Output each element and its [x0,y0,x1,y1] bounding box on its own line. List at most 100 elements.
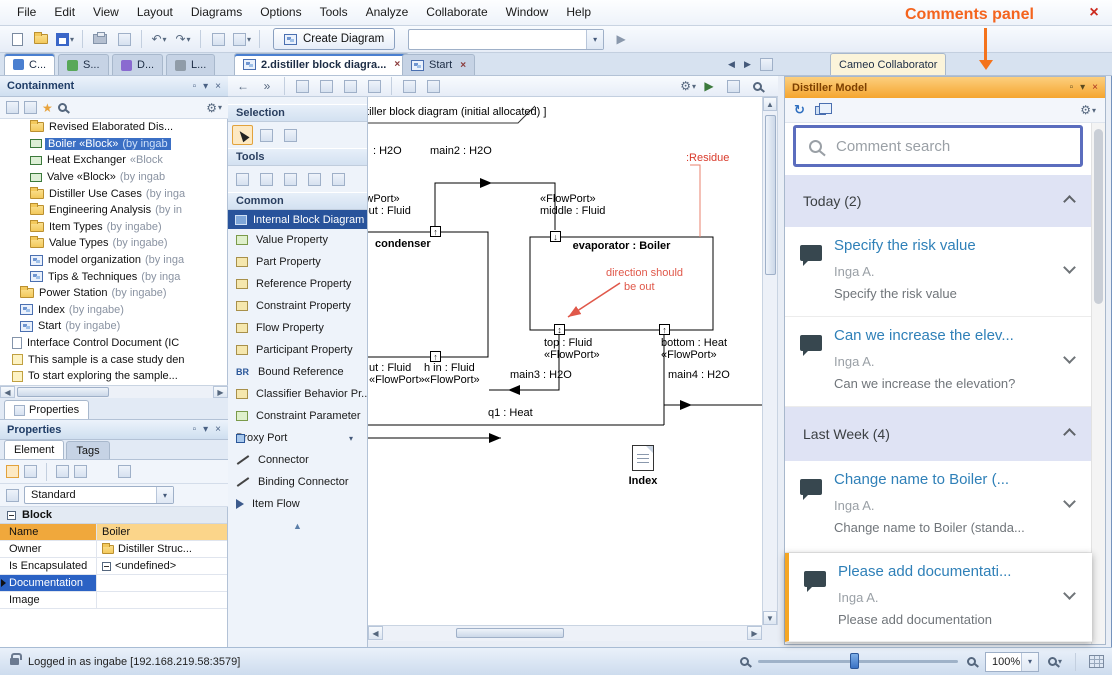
menu-layout[interactable]: Layout [128,0,182,25]
tags-tab[interactable]: Tags [66,441,109,459]
flowport-square[interactable]: ↑ [659,324,670,335]
show-diagram-info-button[interactable] [291,77,313,95]
left-tab-lock[interactable]: L... [166,54,215,75]
tree-item[interactable]: Distiller Use Cases(by inga [0,185,227,202]
palette-item-part-property[interactable]: Part Property [228,251,367,273]
open-project-button[interactable] [30,28,52,50]
proxy-port-caret-icon[interactable]: ▾ [349,434,359,443]
tree-item[interactable]: Start(by ingabe) [0,318,227,335]
chevron-down-icon[interactable] [1063,261,1076,274]
property-row-is-encapsulated[interactable]: Is Encapsulated <undefined> [0,558,227,575]
flowport-stereotype-label[interactable]: «FlowPort» [540,193,596,205]
zoom-dropdown-icon[interactable]: ▾ [1021,653,1038,671]
new-project-button[interactable] [6,28,28,50]
select-tool-button[interactable] [232,125,253,145]
history-button[interactable] [118,465,131,478]
menu-diagrams[interactable]: Diagrams [182,0,251,25]
swimlane-tool-button[interactable] [256,169,277,189]
print-button[interactable] [89,28,111,50]
scroll-thumb[interactable] [17,387,109,397]
port-label-h-in[interactable]: h in : Fluid [424,362,475,374]
palette-item-classifier-behavior[interactable]: Classifier Behavior Pr... [228,383,367,405]
tree-item[interactable]: To start exploring the sample... [0,368,227,385]
palette-item-proxy-port[interactable]: Proxy Port▾ [228,427,367,449]
preset-combo[interactable]: Standard ▾ [24,486,174,504]
flowport-stereotype-label[interactable]: «FlowPort» [369,374,425,386]
comment-card[interactable]: Can we increase the elev... Inga A. Can … [785,317,1092,407]
comment-search-input[interactable] [836,138,1067,155]
redo-button[interactable]: ↷▾ [172,28,194,50]
refresh-icon[interactable]: ↻ [794,102,805,118]
tree-item[interactable]: Heat Exchanger«Block [0,152,227,169]
create-diagram-button[interactable]: Create Diagram [273,28,395,50]
property-value[interactable]: Distiller Struc... [118,543,192,555]
memory-monitor-icon[interactable] [1089,655,1104,668]
perspective-combo[interactable]: ▾ [408,29,604,50]
text-tool-button[interactable] [280,169,301,189]
separator-tool-button[interactable] [328,169,349,189]
comment-title[interactable]: Change name to Boiler (... [834,471,1009,488]
diagram-tab-distiller[interactable]: 2.distiller block diagra... × [234,53,409,75]
element-tab[interactable]: Element [4,440,64,459]
zoom-level-combo[interactable]: 100% ▾ [985,652,1039,672]
diagram-tab-start[interactable]: Start × [402,54,475,75]
close-panel-icon[interactable]: × [215,424,221,435]
scroll-left-icon[interactable]: ◀ [0,386,15,398]
palette-item-connector[interactable]: Connector [228,449,367,471]
flowport-stereotype-label[interactable]: «FlowPort» [544,349,600,361]
flowport-square-flagged[interactable]: ↕ [554,324,565,335]
palette-item-constraint-parameter[interactable]: Constraint Parameter [228,405,367,427]
chevron-down-icon[interactable] [1063,495,1076,508]
gear-icon[interactable]: ⚙ [206,101,217,115]
property-row-image[interactable]: Image [0,592,227,609]
layout-button[interactable] [363,77,385,95]
cameo-collaborator-tab[interactable]: Cameo Collaborator [830,53,946,75]
sort-alphabetically-button[interactable] [24,465,37,478]
chevron-down-icon[interactable] [1063,587,1076,600]
port-label-top[interactable]: top : Fluid [544,337,592,349]
tab-scroll-left-button[interactable]: ◀ [728,59,735,70]
tree-item[interactable]: Index(by ingabe) [0,302,227,319]
undo-button[interactable]: ↶▾ [148,28,170,50]
tree-item[interactable]: Item Types(by ingabe) [0,219,227,236]
tree-item[interactable]: model organization(by inga [0,252,227,269]
grid-button[interactable] [398,77,420,95]
scroll-thumb[interactable] [1094,129,1103,304]
zoom-in-icon[interactable] [967,657,976,666]
palette-item-item-flow[interactable]: Item Flow [228,493,367,515]
zoom-fit-button[interactable] [422,77,444,95]
menu-collaborate[interactable]: Collaborate [417,0,496,25]
comment-card-highlighted[interactable]: Please add documentati... Inga A. Please… [785,553,1092,642]
magnet-tool-button[interactable] [232,169,253,189]
tree-item[interactable]: Power Station(by ingabe) [0,285,227,302]
tree-item[interactable]: Revised Elaborated Dis... [0,119,227,136]
frame-title[interactable]: distiller block diagram (initial allocat… [368,106,546,118]
pin-panel-icon[interactable]: ▾ [1080,82,1085,93]
menu-edit[interactable]: Edit [45,0,84,25]
palette-item-constraint-property[interactable]: Constraint Property [228,295,367,317]
section-today[interactable]: Today (2) [785,175,1092,227]
zoom-slider-thumb[interactable] [850,653,859,669]
flowport-square[interactable]: ↑ [430,226,441,237]
comment-title[interactable]: Please add documentati... [838,563,1011,580]
collaborator-scrollbar[interactable] [1091,123,1105,644]
condenser-part-label[interactable]: condenser [375,238,431,250]
pin-panel-icon[interactable]: ▾ [203,81,208,92]
scroll-thumb[interactable] [456,628,564,638]
save-button[interactable]: ▾ [54,28,76,50]
expand-tree-button[interactable] [6,101,19,114]
property-row-name[interactable]: Name Boiler [0,524,227,541]
pin-panel-icon[interactable]: ▾ [203,424,208,435]
left-tab-structure[interactable]: S... [58,54,109,75]
comment-note-line2[interactable]: be out [624,281,655,293]
menu-window[interactable]: Window [497,0,558,25]
properties-tab[interactable]: Properties [4,400,89,419]
tree-item[interactable]: Value Types(by ingabe) [0,235,227,252]
collapse-tree-button[interactable] [24,101,37,114]
tab-list-button[interactable] [760,58,773,71]
lasso-select-button[interactable] [280,125,301,145]
preset-dropdown-icon[interactable]: ▾ [156,487,173,503]
palette-section-common[interactable]: Common [228,192,367,210]
gear-icon[interactable]: ⚙ [680,79,691,93]
layers-icon[interactable] [815,106,826,115]
